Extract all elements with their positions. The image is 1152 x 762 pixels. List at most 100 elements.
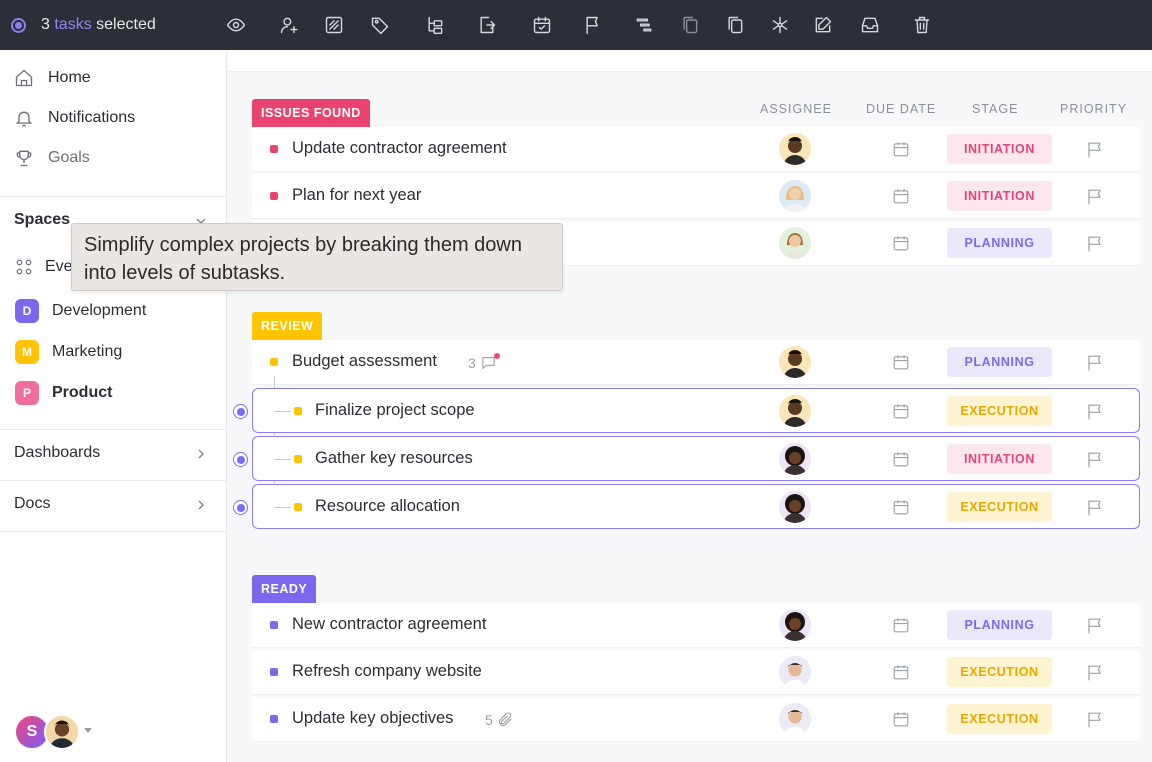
status-bullet[interactable] [270, 668, 278, 676]
avatar[interactable] [779, 346, 811, 378]
table-row[interactable]: Update key objectives 5 EXECUTION [252, 697, 1140, 742]
task-name[interactable]: Budget assessment [292, 352, 437, 371]
chevron-right-icon[interactable] [193, 497, 209, 518]
flag-icon[interactable] [1085, 234, 1104, 258]
column-header-assignee[interactable]: ASSIGNEE [760, 102, 832, 116]
avatar[interactable] [779, 443, 811, 475]
task-name[interactable]: Finalize project scope [315, 401, 475, 420]
table-row[interactable]: New contractor agreement PLANNING [252, 603, 1140, 648]
tag-icon[interactable] [365, 10, 395, 40]
row-select-radio[interactable] [233, 500, 248, 515]
flag-icon[interactable] [1085, 616, 1104, 640]
calendar-icon[interactable] [892, 498, 910, 521]
sidebar-docs[interactable]: Docs [14, 495, 50, 513]
sidebar-item-notifications[interactable]: Notifications [14, 108, 135, 128]
status-bullet[interactable] [270, 715, 278, 723]
user-menu[interactable]: S [14, 712, 98, 752]
flag-icon[interactable] [1085, 353, 1104, 377]
sidebar-item-home[interactable]: Home [14, 68, 91, 88]
flag-icon[interactable] [1085, 140, 1104, 164]
task-name[interactable]: Resource allocation [315, 497, 460, 516]
avatar[interactable] [779, 133, 811, 165]
dependencies-icon[interactable] [629, 10, 659, 40]
row-select-radio[interactable] [233, 452, 248, 467]
status-badge[interactable]: PLANNING [947, 228, 1052, 258]
status-bullet[interactable] [294, 503, 302, 511]
group-tag-review[interactable]: REVIEW [252, 312, 323, 340]
flag-icon[interactable] [1085, 710, 1104, 734]
task-name[interactable]: Gather key resources [315, 449, 473, 468]
flag-icon[interactable] [1085, 498, 1104, 522]
sidebar-space-development[interactable]: D Development [15, 299, 146, 323]
calendar-icon[interactable] [892, 710, 910, 733]
status-bullet[interactable] [270, 358, 278, 366]
status-badge[interactable]: INITIATION [947, 134, 1052, 164]
archive-icon[interactable] [855, 10, 885, 40]
attachment-count[interactable]: 5 [485, 711, 514, 728]
calendar-icon[interactable] [892, 353, 910, 376]
avatar[interactable] [779, 395, 811, 427]
sidebar-space-product[interactable]: P Product [15, 381, 112, 405]
custom-fields-icon[interactable] [765, 10, 795, 40]
status-bullet[interactable] [270, 145, 278, 153]
calendar-icon[interactable] [892, 187, 910, 210]
flag-icon[interactable] [1085, 187, 1104, 211]
chevron-right-icon[interactable] [193, 446, 209, 467]
calendar-icon[interactable] [892, 402, 910, 425]
status-badge[interactable]: PLANNING [947, 610, 1052, 640]
status-bullet[interactable] [270, 621, 278, 629]
avatar[interactable] [779, 491, 811, 523]
status-badge[interactable]: EXECUTION [947, 396, 1052, 426]
status-badge[interactable]: INITIATION [947, 181, 1052, 211]
avatar[interactable] [779, 609, 811, 641]
task-name[interactable]: Plan for next year [292, 186, 421, 205]
status-badge[interactable]: INITIATION [947, 444, 1052, 474]
subtasks-icon[interactable] [420, 10, 450, 40]
group-tag-ready[interactable]: READY [252, 575, 317, 603]
copy-icon[interactable] [675, 10, 705, 40]
row-select-radio[interactable] [233, 404, 248, 419]
move-icon[interactable] [472, 10, 502, 40]
status-badge[interactable]: EXECUTION [947, 704, 1052, 734]
table-row[interactable]: Plan for next year INITIATION [252, 174, 1140, 219]
table-row[interactable]: Update contractor agreement INITIATION [252, 127, 1140, 172]
assign-user-icon[interactable] [274, 10, 304, 40]
table-row[interactable]: Resource allocation EXECUTION [252, 484, 1140, 529]
column-header-priority[interactable]: PRIORITY [1060, 102, 1127, 116]
avatar[interactable] [779, 703, 811, 735]
trash-icon[interactable] [907, 10, 937, 40]
duplicate-icon[interactable] [720, 10, 750, 40]
column-header-stage[interactable]: STAGE [972, 102, 1018, 116]
table-row[interactable]: Finalize project scope EXECUTION [252, 388, 1140, 433]
status-bullet[interactable] [270, 192, 278, 200]
table-row[interactable]: Budget assessment 3 PLANNING [252, 340, 1140, 385]
avatar[interactable] [779, 227, 811, 259]
calendar-icon[interactable] [892, 140, 910, 163]
calendar-icon[interactable] [892, 450, 910, 473]
calendar-icon[interactable] [892, 234, 910, 257]
sidebar-item-everything[interactable]: Eve [15, 258, 73, 276]
status-badge[interactable]: EXECUTION [947, 657, 1052, 687]
task-name[interactable]: New contractor agreement [292, 615, 486, 634]
sidebar-space-marketing[interactable]: M Marketing [15, 340, 122, 364]
tag-grid-icon[interactable] [319, 10, 349, 40]
calendar-icon[interactable] [892, 616, 910, 639]
task-name[interactable]: Refresh company website [292, 662, 482, 681]
avatar[interactable] [779, 180, 811, 212]
table-row[interactable]: Gather key resources INITIATION [252, 436, 1140, 481]
flag-icon[interactable] [1085, 450, 1104, 474]
flag-icon[interactable] [1085, 402, 1104, 426]
task-name[interactable]: Update contractor agreement [292, 139, 507, 158]
sidebar-dashboards[interactable]: Dashboards [14, 444, 100, 462]
column-header-due-date[interactable]: DUE DATE [866, 102, 936, 116]
table-row[interactable]: Refresh company website EXECUTION [252, 650, 1140, 695]
eye-icon[interactable] [221, 10, 251, 40]
sidebar-item-goals[interactable]: Goals [14, 148, 90, 168]
flag-icon[interactable] [578, 10, 608, 40]
due-date-icon[interactable] [527, 10, 557, 40]
comment-count[interactable]: 3 [468, 353, 500, 371]
edit-icon[interactable] [808, 10, 838, 40]
group-tag-issues-found[interactable]: ISSUES FOUND [252, 99, 370, 127]
flag-icon[interactable] [1085, 663, 1104, 687]
avatar[interactable] [779, 656, 811, 688]
